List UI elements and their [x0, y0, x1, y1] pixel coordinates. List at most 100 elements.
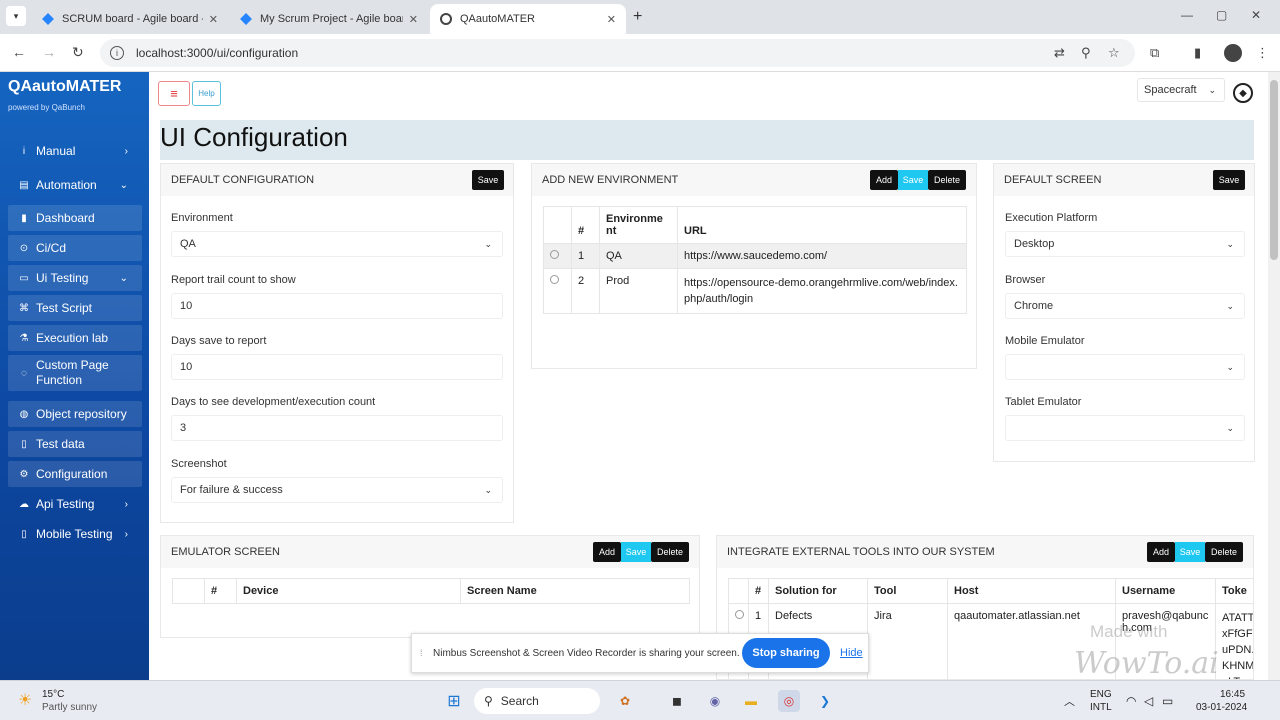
sidebar-item-cicd[interactable]: ⊙ Ci/Cd: [8, 235, 142, 261]
column-header: #: [748, 578, 769, 604]
task-view-icon[interactable]: ◼: [666, 690, 688, 712]
sidebar-item-api-testing[interactable]: ☁ Api Testing ›: [8, 491, 142, 517]
column-header: Device: [236, 578, 461, 604]
save-button[interactable]: Save: [1175, 542, 1205, 562]
sidebar-item-manual[interactable]: i Manual ›: [8, 138, 142, 164]
forward-icon[interactable]: →: [42, 44, 56, 60]
new-tab-icon[interactable]: +: [633, 8, 642, 26]
hide-link[interactable]: Hide: [840, 647, 863, 659]
cloud-icon: ☁: [19, 498, 29, 510]
chrome-icon[interactable]: ◎: [778, 690, 800, 712]
mobile-emulator-select[interactable]: ⌄: [1005, 354, 1245, 380]
browser-select[interactable]: Chrome ⌄: [1005, 293, 1245, 319]
sidebar-item-test-script[interactable]: ⌘ Test Script: [8, 295, 142, 321]
delete-button[interactable]: Delete: [928, 170, 966, 190]
side-panel-icon[interactable]: ▮: [1194, 45, 1201, 61]
browser-menu-icon[interactable]: ⋮: [1256, 45, 1269, 61]
minimize-icon[interactable]: —: [1181, 8, 1193, 22]
teams-chat-icon[interactable]: ◉: [704, 690, 726, 712]
window-close-icon[interactable]: ✕: [1251, 8, 1261, 22]
help-button[interactable]: Help: [192, 81, 221, 106]
sidebar-item-custom-page-function[interactable]: ◌ Custom Page Function: [8, 355, 142, 391]
bar-chart-icon: ▮: [21, 212, 27, 224]
project-select[interactable]: Spacecraft ⌄: [1137, 78, 1225, 102]
add-button[interactable]: Add: [593, 542, 621, 562]
app-favicon-icon: [440, 13, 452, 25]
platform-select[interactable]: Desktop ⌄: [1005, 231, 1245, 257]
wifi-icon[interactable]: ◠: [1126, 694, 1136, 708]
windows-start-icon[interactable]: ⊞: [443, 690, 465, 712]
browser-tab-qaautomater[interactable]: QAautoMATER ✕: [430, 4, 626, 34]
stop-sharing-button[interactable]: Stop sharing: [742, 638, 830, 668]
chevron-down-icon: ⌄: [484, 484, 492, 495]
bookmark-star-icon[interactable]: ☆: [1108, 45, 1120, 61]
tablet-emulator-select[interactable]: ⌄: [1005, 415, 1245, 441]
sidebar-item-object-repository[interactable]: ◍ Object repository: [8, 401, 142, 427]
menu-toggle-button[interactable]: ≡: [158, 81, 190, 106]
add-button[interactable]: Add: [870, 170, 898, 190]
delete-button[interactable]: Delete: [651, 542, 689, 562]
sidebar-item-execution-lab[interactable]: ⚗ Execution lab: [8, 325, 142, 351]
column-header: Toke: [1215, 578, 1253, 604]
column-header: Username: [1115, 578, 1216, 604]
sidebar-item-ui-testing[interactable]: ▭ Ui Testing ⌄: [8, 265, 142, 291]
windows-taskbar: ☀ 15°C Partly sunny ⊞ ⚲ Search ✿ ◼ ◉ ▬ ◎…: [0, 680, 1280, 720]
screenshot-select[interactable]: For failure & success ⌄: [171, 477, 503, 503]
profile-avatar[interactable]: [1224, 44, 1242, 62]
back-icon[interactable]: ←: [12, 44, 26, 60]
environment-select[interactable]: QA ⌄: [171, 231, 503, 257]
emulator-table: # Device Screen Name: [172, 578, 690, 604]
scrollbar-thumb[interactable]: [1270, 80, 1278, 260]
widgets-icon[interactable]: ✿: [614, 690, 636, 712]
save-button[interactable]: Save: [472, 170, 504, 190]
volume-icon[interactable]: ◁: [1144, 694, 1153, 708]
chevron-down-icon: ⌄: [1208, 84, 1216, 95]
extensions-icon[interactable]: ⧉: [1150, 45, 1159, 61]
table-row[interactable]: 1 QA https://www.saucedemo.com/: [543, 243, 967, 269]
row-radio[interactable]: [735, 610, 744, 619]
browser-tab-scrum-project[interactable]: My Scrum Project - Agile board ✕: [230, 4, 428, 34]
table-row[interactable]: 2 Prod https://opensource-demo.orangehrm…: [543, 268, 967, 314]
reload-icon[interactable]: ↻: [72, 44, 84, 61]
maximize-icon[interactable]: ▢: [1216, 8, 1227, 22]
language-code[interactable]: ENG: [1090, 689, 1112, 700]
screenshot-label: Screenshot: [171, 458, 227, 470]
sidebar-item-automation[interactable]: ▤ Automation ⌄: [8, 172, 142, 198]
site-info-icon[interactable]: i: [110, 46, 124, 60]
tray-chevron-up-icon[interactable]: ︿: [1064, 693, 1075, 709]
delete-button[interactable]: Delete: [1205, 542, 1243, 562]
mobile-emulator-label: Mobile Emulator: [1005, 335, 1085, 347]
taskbar-search[interactable]: ⚲ Search: [474, 688, 600, 714]
page-scrollbar[interactable]: [1268, 72, 1280, 680]
drag-handle-icon[interactable]: ⁞: [420, 648, 423, 658]
report-trail-input[interactable]: 10: [171, 293, 503, 319]
add-button[interactable]: Add: [1147, 542, 1175, 562]
sidebar-item-mobile-testing[interactable]: ▯ Mobile Testing ›: [8, 521, 142, 547]
close-icon[interactable]: ✕: [409, 13, 418, 26]
url-input[interactable]: i localhost:3000/ui/configuration: [100, 39, 1135, 67]
clock-time[interactable]: 16:45: [1220, 689, 1245, 700]
clock-date[interactable]: 03-01-2024: [1196, 702, 1247, 713]
vscode-icon[interactable]: ❯: [814, 690, 836, 712]
days-dev-input[interactable]: 3: [171, 415, 503, 441]
save-button[interactable]: Save: [1213, 170, 1245, 190]
days-save-input[interactable]: 10: [171, 354, 503, 380]
zoom-icon[interactable]: ⚲: [1081, 45, 1091, 61]
keyboard-layout[interactable]: INTL: [1090, 702, 1112, 713]
row-radio[interactable]: [550, 275, 559, 284]
file-explorer-icon[interactable]: ▬: [740, 690, 762, 712]
sidebar-item-test-data[interactable]: ▯ Test data: [8, 431, 142, 457]
row-radio[interactable]: [550, 250, 559, 259]
battery-icon[interactable]: ▭: [1162, 694, 1173, 708]
close-icon[interactable]: ✕: [607, 13, 616, 26]
close-icon[interactable]: ✕: [209, 13, 218, 26]
save-button[interactable]: Save: [898, 170, 928, 190]
save-button[interactable]: Save: [621, 542, 651, 562]
sidebar-item-configuration[interactable]: ⚙ Configuration: [8, 461, 142, 487]
weather-sun-icon[interactable]: ☀: [14, 689, 36, 711]
browser-tab-scrum-board[interactable]: SCRUM board - Agile board - J ✕: [32, 4, 228, 34]
sidebar-item-dashboard[interactable]: ▮ Dashboard: [8, 205, 142, 231]
translate-icon[interactable]: ⇄: [1054, 45, 1065, 61]
tab-search-icon[interactable]: ▾: [6, 6, 26, 26]
app-logo-icon[interactable]: ◆: [1233, 83, 1253, 103]
